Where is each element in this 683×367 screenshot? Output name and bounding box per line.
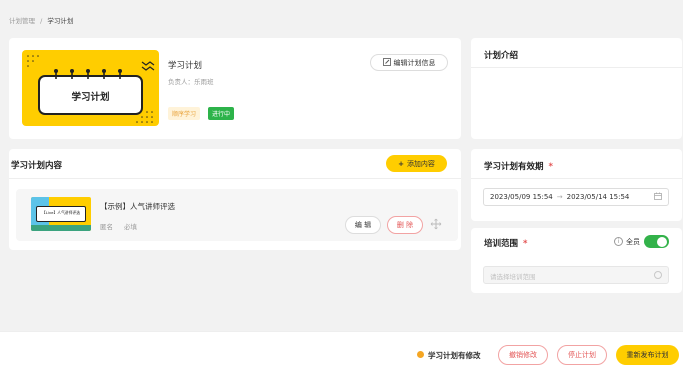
item-required: 必填: [124, 223, 137, 231]
add-content-label: 添加内容: [406, 159, 435, 168]
breadcrumb-sep: /: [40, 17, 43, 25]
validity-card: 学习计划有效期 * 2023/05/09 15:54 → 2023/05/14 …: [471, 149, 682, 221]
add-content-button[interactable]: + 添加内容: [386, 155, 447, 172]
edit-plan-label: 编辑计划信息: [393, 58, 436, 67]
scope-required-mark: *: [522, 239, 528, 249]
list-item[interactable]: 【Live】人气讲师评选 【示例】人气讲师评选 匿名 必填 编 辑 删 除: [16, 189, 458, 241]
item-anon: 匿名: [100, 223, 113, 231]
footer-bar: 学习计划有修改 撤销修改 停止计划 重新发布计划: [0, 331, 683, 367]
intro-divider: [471, 67, 682, 68]
breadcrumb: 计划管理 / 学习计划: [9, 15, 73, 25]
republish-button[interactable]: 重新发布计划: [616, 345, 679, 365]
scope-all-label: 全员: [626, 238, 640, 246]
warning-icon: [417, 351, 424, 358]
validity-required-mark: *: [548, 162, 553, 172]
date-start: 2023/05/09 15:54: [490, 193, 553, 201]
tag-order: 顺序学习: [168, 107, 201, 120]
cover-art: [27, 55, 155, 123]
edit-item-button[interactable]: 编 辑: [345, 216, 381, 234]
footer-notice: 学习计划有修改: [428, 351, 481, 360]
plan-owner: 负责人：乐雨班: [168, 78, 214, 86]
stop-label: 停止计划: [568, 351, 596, 359]
date-end: 2023/05/14 15:54: [566, 193, 630, 201]
intro-card: 计划介绍: [471, 38, 682, 139]
plan-cover: 学习计划: [22, 50, 159, 126]
cover-title: 学习计划: [71, 92, 110, 103]
plan-info-card: 学习计划 学习计划 负责人：乐雨班 顺序学习 进行中 编辑计划信息: [9, 38, 461, 139]
drag-handle-icon[interactable]: [430, 218, 442, 230]
thumb-text: 【Live】人气讲师评选: [41, 210, 81, 215]
select-clear-icon: [654, 271, 662, 279]
edit-plan-button[interactable]: 编辑计划信息: [370, 54, 448, 71]
scope-title-text: 培训范围: [484, 239, 519, 249]
validity-title: 学习计划有效期 *: [484, 160, 553, 172]
delete-item-button[interactable]: 删 除: [387, 216, 423, 234]
edit-icon: [382, 57, 391, 68]
validity-divider: [471, 178, 682, 179]
stop-plan-button[interactable]: 停止计划: [557, 345, 607, 365]
item-thumbnail: 【Live】人气讲师评选: [31, 197, 91, 231]
republish-label: 重新发布计划: [626, 351, 669, 359]
thumb-shape-2: [31, 225, 91, 231]
undo-label: 撤销修改: [509, 351, 537, 359]
scope-title: 培训范围 *: [484, 237, 527, 249]
scope-placeholder: 请选择培训范围: [490, 273, 536, 281]
calendar-icon[interactable]: [654, 192, 662, 202]
status-badge: 进行中: [208, 107, 235, 120]
toggle-knob: [657, 236, 667, 247]
content-divider: [9, 178, 461, 179]
content-title: 学习计划内容: [11, 161, 63, 171]
plan-title: 学习计划: [168, 61, 203, 71]
content-card: 学习计划内容 + 添加内容 【Live】人气讲师评选 【示例】人气讲师评选 匿名…: [9, 149, 461, 250]
undo-changes-button[interactable]: 撤销修改: [498, 345, 548, 365]
scope-card: 培训范围 * i 全员 请选择培训范围: [471, 228, 682, 293]
item-title: 【示例】人气讲师评选: [100, 202, 175, 211]
breadcrumb-parent[interactable]: 计划管理: [9, 17, 35, 25]
date-arrow: →: [556, 193, 563, 201]
plus-icon: +: [398, 159, 404, 168]
intro-title: 计划介绍: [484, 51, 519, 61]
delete-item-label: 删 除: [396, 221, 414, 229]
scope-select[interactable]: 请选择培训范围: [483, 266, 669, 284]
info-icon[interactable]: i: [614, 237, 623, 246]
edit-item-label: 编 辑: [354, 221, 372, 229]
validity-title-text: 学习计划有效期: [484, 162, 544, 172]
scope-all-toggle[interactable]: [644, 235, 669, 248]
breadcrumb-current: 学习计划: [47, 17, 74, 25]
date-range-input[interactable]: 2023/05/09 15:54 → 2023/05/14 15:54: [483, 188, 669, 206]
